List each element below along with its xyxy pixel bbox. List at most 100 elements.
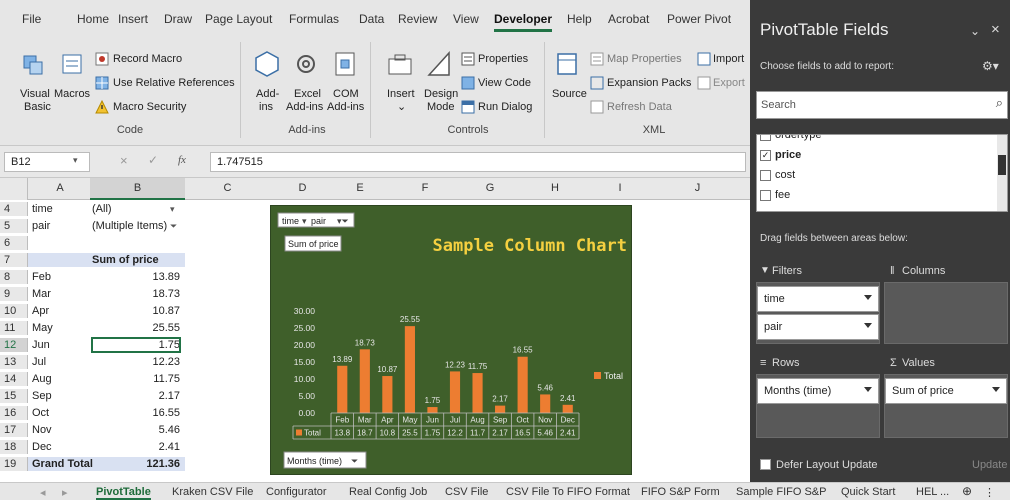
pivot-chart[interactable]: Sample Column Chart time ▾ pair ▾⏷ Sum o… bbox=[270, 205, 632, 475]
tab-draw[interactable]: Draw bbox=[164, 12, 192, 26]
enter-check-icon[interactable]: ✓ bbox=[148, 153, 158, 167]
name-box-dropdown-icon[interactable]: ▾ bbox=[73, 155, 78, 166]
sheet-tab-kraken-csv[interactable]: Kraken CSV File bbox=[172, 486, 253, 498]
scroll-left-icon[interactable]: ◂ bbox=[40, 486, 46, 499]
cell-b[interactable]: 10.87 bbox=[92, 304, 180, 318]
tab-view[interactable]: View bbox=[453, 12, 479, 26]
cell-b[interactable]: 1.75 bbox=[91, 337, 181, 353]
values-area[interactable]: Sum of price bbox=[884, 374, 1008, 438]
scroll-right-icon[interactable]: ▸ bbox=[62, 486, 68, 499]
cell-a[interactable]: Nov bbox=[32, 423, 52, 437]
tab-developer[interactable]: Developer bbox=[494, 12, 553, 32]
column-header-e[interactable]: E bbox=[335, 182, 385, 194]
tab-acrobat[interactable]: Acrobat bbox=[608, 12, 649, 26]
cell-a[interactable]: Jun bbox=[32, 338, 50, 352]
field-checkbox[interactable] bbox=[760, 170, 771, 181]
field-label[interactable]: ordertype bbox=[775, 135, 821, 141]
row-number[interactable]: 9 bbox=[0, 287, 28, 301]
tab-data[interactable]: Data bbox=[359, 12, 384, 26]
cell-a[interactable]: Jul bbox=[32, 355, 46, 369]
cell-b[interactable]: 18.73 bbox=[92, 287, 180, 301]
cell-a[interactable]: Mar bbox=[32, 287, 51, 301]
cancel-icon[interactable]: × bbox=[120, 153, 128, 168]
field-label[interactable]: cost bbox=[775, 169, 795, 181]
row-number[interactable]: 16 bbox=[0, 406, 28, 420]
sheet-tab-csv-file[interactable]: CSV File bbox=[445, 486, 488, 498]
cell-a[interactable]: Grand Total bbox=[32, 457, 93, 471]
cell-b[interactable]: 5.46 bbox=[92, 423, 180, 437]
cell-b[interactable]: 13.89 bbox=[92, 270, 180, 284]
column-header-b[interactable]: B bbox=[90, 178, 185, 200]
value-field-button[interactable]: Sum of price bbox=[284, 235, 342, 252]
row-number[interactable]: 6 bbox=[0, 236, 28, 250]
sheet-tab-hel[interactable]: HEL ... bbox=[916, 486, 949, 498]
cell-b[interactable]: 11.75 bbox=[92, 372, 180, 386]
field-label[interactable]: price bbox=[775, 149, 801, 161]
cell-b[interactable]: 121.36 bbox=[92, 457, 180, 471]
filter-button-pair-label[interactable]: pair bbox=[311, 216, 326, 226]
field-checkbox[interactable] bbox=[760, 190, 771, 201]
field-list-scrollbar[interactable] bbox=[997, 135, 1007, 211]
defer-checkbox[interactable] bbox=[760, 459, 771, 470]
row-number[interactable]: 15 bbox=[0, 389, 28, 403]
row-number[interactable]: 8 bbox=[0, 270, 28, 284]
pane-options-chevron-icon[interactable]: ⌄ bbox=[970, 24, 980, 38]
row-number[interactable]: 14 bbox=[0, 372, 28, 386]
row-item-months[interactable]: Months (time) bbox=[757, 378, 879, 404]
cell-b[interactable]: 2.41 bbox=[92, 440, 180, 454]
row-number[interactable]: 4 bbox=[0, 202, 28, 216]
filter-item-time[interactable]: time bbox=[757, 286, 879, 312]
filter-funnel-icon[interactable]: ▾⏷ bbox=[337, 216, 349, 226]
row-number[interactable]: 7 bbox=[0, 253, 28, 267]
cell-b[interactable]: 16.55 bbox=[92, 406, 180, 420]
sheet-tab-quick-start[interactable]: Quick Start bbox=[841, 486, 895, 498]
column-header-f[interactable]: F bbox=[385, 182, 465, 194]
select-all-corner[interactable] bbox=[0, 178, 28, 200]
chevron-down-icon[interactable]: ▾ bbox=[170, 202, 175, 216]
value-item-sum-price[interactable]: Sum of price bbox=[885, 378, 1007, 404]
tab-file[interactable]: File bbox=[22, 12, 41, 26]
row-number[interactable]: 11 bbox=[0, 321, 28, 335]
cell-b[interactable]: Sum of price bbox=[92, 253, 159, 267]
sheet-tab-pivottable[interactable]: PivotTable bbox=[96, 486, 151, 500]
add-sheet-icon[interactable]: ⊕ bbox=[962, 484, 972, 498]
cell-a[interactable]: pair bbox=[32, 219, 50, 233]
column-header-c[interactable]: C bbox=[185, 182, 270, 194]
cell-a[interactable]: time bbox=[32, 202, 53, 216]
close-icon[interactable]: × bbox=[991, 21, 1000, 38]
cell-a[interactable]: May bbox=[32, 321, 53, 335]
sheet-tab-sample-fifo[interactable]: Sample FIFO S&P bbox=[736, 486, 826, 498]
filter-item-pair[interactable]: pair bbox=[757, 314, 879, 340]
field-list[interactable]: ordertype ✓ price cost fee bbox=[756, 134, 1008, 212]
chevron-down-icon[interactable] bbox=[992, 387, 1000, 392]
field-label[interactable]: fee bbox=[775, 189, 790, 201]
column-header-d[interactable]: D bbox=[270, 182, 335, 194]
tab-page-layout[interactable]: Page Layout bbox=[205, 12, 272, 26]
sheet-tab-real-config-job[interactable]: Real Config Job bbox=[349, 486, 427, 498]
tab-review[interactable]: Review bbox=[398, 12, 437, 26]
insert-function-icon[interactable]: fx bbox=[178, 154, 186, 166]
chevron-down-icon[interactable] bbox=[864, 295, 872, 300]
cell-b[interactable]: 25.55 bbox=[92, 321, 180, 335]
rows-area[interactable]: Months (time) bbox=[756, 374, 880, 438]
field-checkbox[interactable]: ✓ bbox=[760, 150, 771, 161]
chevron-down-icon[interactable] bbox=[864, 323, 872, 328]
column-header-h[interactable]: H bbox=[515, 182, 595, 194]
tab-help[interactable]: Help bbox=[567, 12, 592, 26]
cell-a[interactable]: Sep bbox=[32, 389, 52, 403]
tab-home[interactable]: Home bbox=[77, 12, 109, 26]
chevron-down-icon[interactable] bbox=[864, 387, 872, 392]
cell-b[interactable]: (All) bbox=[92, 202, 112, 216]
cell-a[interactable]: Oct bbox=[32, 406, 49, 420]
columns-area[interactable] bbox=[884, 282, 1008, 344]
row-number[interactable]: 10 bbox=[0, 304, 28, 318]
formula-input[interactable]: 1.747515 bbox=[210, 152, 746, 172]
filters-area[interactable]: time pair bbox=[756, 282, 880, 344]
axis-field-button[interactable]: Months (time) ⏷ bbox=[283, 451, 367, 469]
search-input[interactable]: Search ⌕ bbox=[756, 91, 1008, 119]
row-number[interactable]: 18 bbox=[0, 440, 28, 454]
more-options-icon[interactable]: ⋮ bbox=[984, 486, 995, 499]
cell-a[interactable]: Aug bbox=[32, 372, 52, 386]
column-header-j[interactable]: J bbox=[645, 182, 750, 194]
cell-a[interactable]: Dec bbox=[32, 440, 52, 454]
